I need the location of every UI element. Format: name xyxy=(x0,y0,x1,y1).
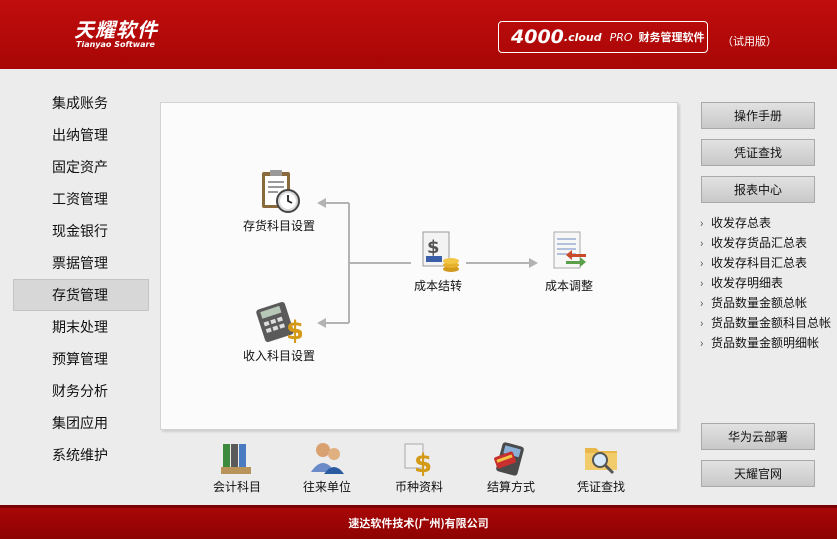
report-item-goods-summary[interactable]: › 收发存货品汇总表 xyxy=(700,233,837,253)
product-number: 4000 xyxy=(511,26,564,48)
report-item-summary[interactable]: › 收发存总表 xyxy=(700,213,837,233)
brand-logo: 天耀软件 Tianyao Software xyxy=(74,14,158,50)
calculator-dollar-icon: $ xyxy=(256,299,304,346)
tool-currency-label: 币种资料 xyxy=(394,478,443,495)
nav-item-budget[interactable]: 预算管理 xyxy=(13,343,149,375)
nav-item-inventory[interactable]: 存货管理 xyxy=(13,279,149,311)
svg-text:$: $ xyxy=(427,237,440,258)
currency-icon: $ xyxy=(401,440,437,479)
flow-cost-carry-label: 成本结转 xyxy=(413,277,462,294)
tool-currency[interactable]: $ 币种资料 xyxy=(389,440,449,495)
chevron-right-icon: › xyxy=(700,275,704,291)
product-badge: 4000 .cloud PRO 财务管理软件 xyxy=(498,21,708,53)
official-site-button[interactable]: 天耀官网 xyxy=(701,460,815,487)
folder-search-icon xyxy=(583,440,619,476)
flow-cost-adjust-label: 成本调整 xyxy=(544,277,593,294)
huawei-cloud-button[interactable]: 华为云部署 xyxy=(701,423,815,450)
tool-settlement[interactable]: 结算方式 xyxy=(481,440,541,495)
report-label: 货品数量金额科目总帐 xyxy=(711,314,832,331)
svg-text:$: $ xyxy=(414,449,432,476)
nav-item-cash-bank[interactable]: 现金银行 xyxy=(13,215,149,247)
svg-text:$: $ xyxy=(286,316,302,345)
clipboard-clock-icon xyxy=(256,169,302,215)
chevron-right-icon: › xyxy=(700,235,704,251)
chevron-right-icon: › xyxy=(700,255,704,271)
product-pro: PRO xyxy=(609,30,633,44)
left-nav: 集成账务 出纳管理 固定资产 工资管理 现金银行 票据管理 存货管理 期末处理 … xyxy=(13,87,149,471)
binders-icon xyxy=(219,440,255,476)
chevron-right-icon: › xyxy=(700,215,704,231)
flow-inventory-setup-label: 存货科目设置 xyxy=(242,217,315,234)
report-label: 货品数量金额总帐 xyxy=(711,294,808,311)
voucher-search-button[interactable]: 凭证查找 xyxy=(701,139,815,166)
report-item-goods-account-ledger[interactable]: › 货品数量金额科目总帐 xyxy=(700,313,837,333)
document-arrows-icon xyxy=(546,229,592,275)
flow-panel: 存货科目设置 $ 收入科目设置 $ 成本结转 成本调整 xyxy=(160,102,678,430)
trial-label: （试用版） xyxy=(722,33,777,49)
report-label: 收发存货品汇总表 xyxy=(711,234,808,251)
tool-voucher-search[interactable]: 凭证查找 xyxy=(571,440,631,495)
report-center-button[interactable]: 报表中心 xyxy=(701,176,815,203)
report-list: › 收发存总表 › 收发存货品汇总表 › 收发存科目汇总表 › 收发存明细表 › 货品数量… xyxy=(700,213,837,353)
nav-item-financial-analysis[interactable]: 财务分析 xyxy=(13,375,149,407)
report-label: 收发存明细表 xyxy=(711,274,784,291)
report-item-goods-detail-ledger[interactable]: › 货品数量金额明细帐 xyxy=(700,333,837,353)
report-item-detail[interactable]: › 收发存明细表 xyxy=(700,273,837,293)
nav-item-payroll[interactable]: 工资管理 xyxy=(13,183,149,215)
nav-item-fixed-assets[interactable]: 固定资产 xyxy=(13,151,149,183)
report-item-account-summary[interactable]: › 收发存科目汇总表 xyxy=(700,253,837,273)
brand-english: Tianyao Software xyxy=(76,40,155,49)
report-label: 收发存科目汇总表 xyxy=(711,254,808,271)
flow-income-setup[interactable]: $ 收入科目设置 xyxy=(239,299,319,364)
tool-partners[interactable]: 往来单位 xyxy=(297,440,357,495)
users-icon xyxy=(309,440,345,476)
report-item-goods-ledger[interactable]: › 货品数量金额总帐 xyxy=(700,293,837,313)
nav-item-bills[interactable]: 票据管理 xyxy=(13,247,149,279)
company-name: 速达软件技术(广州)有限公司 xyxy=(348,515,489,531)
flow-income-setup-label: 收入科目设置 xyxy=(242,347,315,364)
flow-cost-adjust[interactable]: 成本调整 xyxy=(539,229,599,294)
report-label: 货品数量金额明细帐 xyxy=(711,334,820,351)
chevron-right-icon: › xyxy=(700,295,704,311)
nav-item-period-end[interactable]: 期末处理 xyxy=(13,311,149,343)
nav-item-group[interactable]: 集团应用 xyxy=(13,407,149,439)
brand-name: 天耀软件 xyxy=(74,14,158,43)
tool-accounts-label: 会计科目 xyxy=(212,478,261,495)
tool-partners-label: 往来单位 xyxy=(302,478,351,495)
product-cloud: .cloud xyxy=(563,30,602,44)
header-bar: 天耀软件 Tianyao Software 4000 .cloud PRO 财务… xyxy=(0,0,837,69)
nav-item-system[interactable]: 系统维护 xyxy=(13,439,149,471)
product-name: 财务管理软件 xyxy=(638,29,705,45)
card-terminal-icon xyxy=(493,440,529,476)
chevron-right-icon: › xyxy=(700,335,704,351)
flow-inventory-setup[interactable]: 存货科目设置 xyxy=(239,169,319,234)
tool-settlement-label: 结算方式 xyxy=(486,478,535,495)
footer-bar: 速达软件技术(广州)有限公司 xyxy=(0,505,837,539)
tool-accounts[interactable]: 会计科目 xyxy=(207,440,267,495)
nav-item-integrated-accounts[interactable]: 集成账务 xyxy=(13,87,149,119)
invoice-coins-icon: $ xyxy=(415,229,461,275)
report-label: 收发存总表 xyxy=(711,214,772,231)
manual-button[interactable]: 操作手册 xyxy=(701,102,815,129)
nav-item-cashier[interactable]: 出纳管理 xyxy=(13,119,149,151)
flow-cost-carry[interactable]: $ 成本结转 xyxy=(405,229,471,294)
chevron-right-icon: › xyxy=(700,315,704,331)
tool-voucher-search-label: 凭证查找 xyxy=(576,478,625,495)
